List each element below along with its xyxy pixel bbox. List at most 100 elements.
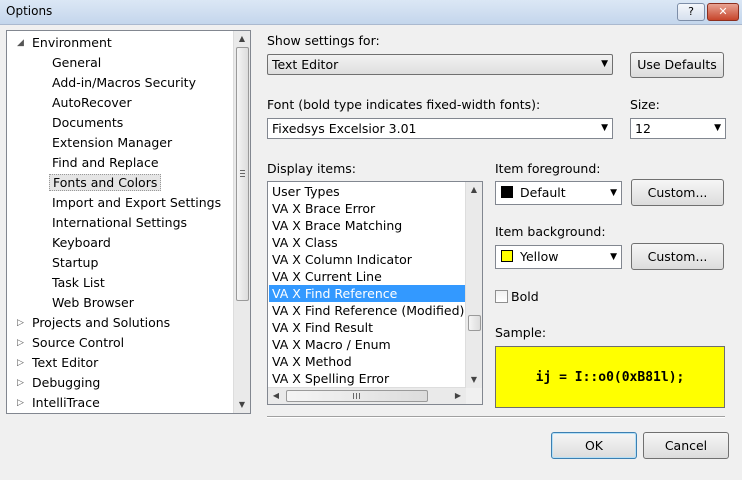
background-custom-button[interactable]: Custom... (631, 243, 724, 270)
tree-item-label: IntelliTrace (32, 395, 100, 410)
tree-item[interactable]: Import and Export Settings (49, 193, 224, 213)
tree-item[interactable]: ▷ Text Editor (17, 353, 101, 373)
display-item[interactable]: VA X Column Indicator (269, 251, 465, 268)
ok-button[interactable]: OK (551, 432, 637, 459)
show-settings-value: Text Editor (272, 57, 339, 72)
tree-scroll-thumb[interactable] (236, 47, 249, 301)
tree-item[interactable]: Task List (49, 273, 108, 293)
display-item[interactable]: User Types (269, 183, 465, 200)
display-item[interactable]: VA X Class (269, 234, 465, 251)
tree-item-label: Web Browser (52, 295, 134, 310)
item-background-value: Yellow (520, 249, 559, 264)
font-select[interactable]: Fixedsys Excelsior 3.01 ▼ (267, 118, 613, 139)
tree-item-label: General (52, 55, 102, 70)
tree-item-label: Keyboard (52, 235, 111, 250)
tree-item-label: Task List (52, 275, 105, 290)
scroll-left-icon[interactable]: ◀ (268, 388, 284, 404)
display-item[interactable]: VA X Find Reference (269, 285, 465, 302)
tree-scrollbar[interactable]: ▲ ▼ (233, 31, 250, 413)
tree-item[interactable]: International Settings (49, 213, 190, 233)
list-vscrollbar[interactable]: ▲ ▼ (465, 182, 482, 388)
display-items-list[interactable]: User Types VA X Brace Error VA X Brace Mat… (267, 181, 483, 405)
display-item[interactable]: VA X Find Reference (Modified) (269, 302, 465, 319)
scroll-right-icon[interactable]: ▶ (450, 388, 466, 404)
scroll-down-icon[interactable]: ▼ (466, 372, 482, 388)
display-item[interactable]: VA X Spelling Error (269, 370, 465, 387)
size-value: 12 (635, 121, 651, 136)
tree-item[interactable]: Extension Manager (49, 133, 175, 153)
tree-item[interactable]: ◢ Environment (17, 33, 115, 53)
bold-checkbox[interactable] (495, 290, 508, 303)
tree-item[interactable]: ▷ Projects and Solutions (17, 313, 173, 333)
size-select[interactable]: 12 ▼ (630, 118, 726, 139)
collapse-arrow-icon[interactable]: ◢ (17, 33, 27, 53)
tree-item[interactable]: Fonts and Colors (49, 173, 162, 193)
tree-item-label: Environment (32, 35, 112, 50)
help-button[interactable]: ? (677, 3, 705, 21)
tree-item[interactable]: Web Browser (49, 293, 137, 313)
tree-item-label: Add-in/Macros Security (52, 75, 196, 90)
scroll-up-icon[interactable]: ▲ (466, 182, 482, 198)
sample-text: ij = I::o0(0xB81l); (535, 369, 685, 385)
list-hscrollbar[interactable]: ◀ ▶ (268, 387, 466, 404)
tree-item[interactable]: ▷ IntelliTrace (17, 393, 103, 413)
cancel-button[interactable]: Cancel (643, 432, 729, 459)
expand-arrow-icon[interactable]: ▷ (17, 313, 27, 333)
foreground-custom-button[interactable]: Custom... (631, 179, 724, 206)
close-button[interactable]: ✕ (707, 3, 739, 21)
list-scroll-thumb[interactable] (468, 315, 481, 331)
item-background-select[interactable]: Yellow ▼ (495, 245, 622, 269)
tree-item[interactable]: ▷ Source Control (17, 333, 127, 353)
tree-item-label: Documents (52, 115, 124, 130)
expand-arrow-icon[interactable]: ▷ (17, 353, 27, 373)
scroll-corner (466, 388, 482, 404)
display-item[interactable]: VA X Macro / Enum (269, 336, 465, 353)
tree-item[interactable]: Add-in/Macros Security (49, 73, 199, 93)
tree-item[interactable]: Documents (49, 113, 126, 133)
display-item[interactable]: VA X Brace Error (269, 200, 465, 217)
tree-item-label: Find and Replace (52, 155, 159, 170)
tree-item-label: Text Editor (32, 355, 99, 370)
expand-arrow-icon[interactable]: ▷ (17, 373, 27, 393)
footer-divider (267, 416, 725, 418)
display-item[interactable]: VA X Current Line (269, 268, 465, 285)
list-hscroll-thumb[interactable] (286, 390, 428, 402)
tree-item-label: International Settings (52, 215, 188, 230)
chevron-down-icon: ▼ (601, 59, 608, 69)
sample-preview: ij = I::o0(0xB81l); (495, 346, 725, 408)
expand-arrow-icon[interactable]: ▷ (17, 393, 27, 413)
display-item[interactable]: VA X Method (269, 353, 465, 370)
sample-label: Sample: (495, 325, 547, 340)
tree-item[interactable]: Find and Replace (49, 153, 162, 173)
tree-item-label: Extension Manager (52, 135, 173, 150)
tree-item-label: Fonts and Colors (49, 174, 162, 191)
item-foreground-select[interactable]: Default ▼ (495, 181, 622, 205)
item-foreground-label: Item foreground: (495, 161, 601, 176)
title-bar: Options ? ✕ (0, 0, 742, 25)
item-foreground-value: Default (520, 185, 566, 200)
display-item[interactable]: VA X Find Result (269, 319, 465, 336)
show-settings-select[interactable]: Text Editor ▼ (267, 54, 613, 75)
window-title: Options (6, 4, 53, 18)
font-label: Font (bold type indicates fixed-width fo… (267, 97, 541, 112)
tree-item[interactable]: General (49, 53, 104, 73)
tree-item[interactable]: Startup (49, 253, 101, 273)
options-tree[interactable]: ◢ Environment General Add-in/Macros Securit… (6, 30, 251, 414)
size-label: Size: (630, 97, 660, 112)
item-background-label: Item background: (495, 224, 606, 239)
background-color-swatch (501, 250, 513, 262)
tree-item-label: Source Control (32, 335, 125, 350)
bold-label: Bold (511, 289, 539, 304)
chevron-down-icon: ▼ (610, 252, 617, 262)
tree-item[interactable]: ▷ Debugging (17, 373, 103, 393)
expand-arrow-icon[interactable]: ▷ (17, 333, 27, 353)
display-item[interactable]: VA X Brace Matching (269, 217, 465, 234)
use-defaults-button[interactable]: Use Defaults (630, 52, 724, 78)
tree-item[interactable]: Keyboard (49, 233, 114, 253)
scroll-down-icon[interactable]: ▼ (234, 397, 250, 413)
chevron-down-icon: ▼ (610, 188, 617, 198)
tree-item-label: AutoRecover (52, 95, 132, 110)
scroll-up-icon[interactable]: ▲ (234, 31, 250, 47)
tree-item[interactable]: AutoRecover (49, 93, 135, 113)
show-settings-label: Show settings for: (267, 33, 380, 48)
